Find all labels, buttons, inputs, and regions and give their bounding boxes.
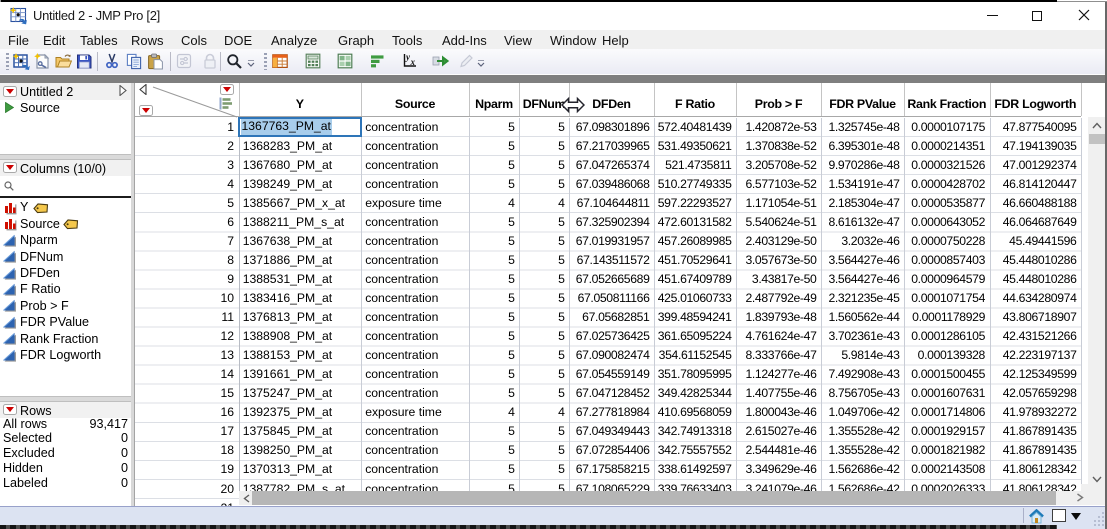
svg-text:x: x [410,57,416,67]
